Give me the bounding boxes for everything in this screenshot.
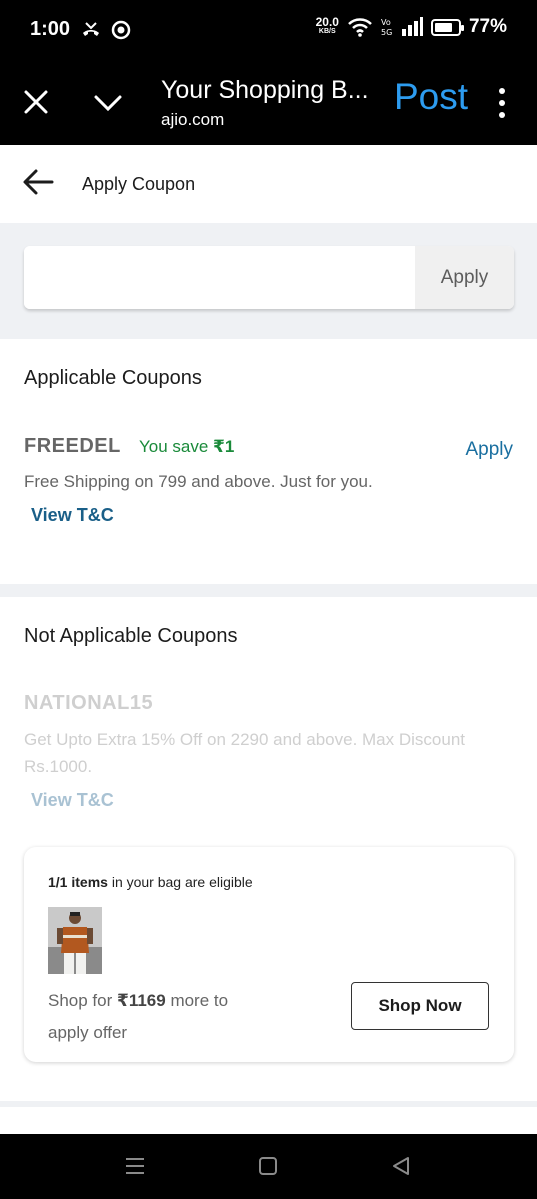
status-right-icons: 20.0 KB/S Vo 5G 77%	[316, 16, 507, 38]
page-title: Apply Coupon	[82, 174, 196, 194]
coupon-input-card: Apply	[24, 246, 514, 309]
apply-coupon-link[interactable]: Apply	[465, 439, 513, 461]
coupon-input-area: Apply	[0, 223, 537, 339]
section-divider	[0, 1101, 537, 1107]
browser-toolbar: Your Shopping B... ajio.com Post	[0, 62, 537, 145]
home-icon[interactable]	[256, 1154, 280, 1178]
coupon-code: NATIONAL15	[24, 692, 154, 714]
back-icon[interactable]	[389, 1154, 413, 1178]
not-applicable-coupons-section: Not Applicable Coupons NATIONAL15 Get Up…	[0, 597, 537, 1101]
status-bar: 1:00 20.0 KB/S Vo 5G 77%	[0, 0, 537, 62]
browser-page-title: Your Shopping B...	[161, 76, 369, 104]
browser-url: ajio.com	[161, 110, 225, 129]
svg-text:5G: 5G	[381, 28, 392, 37]
coupon-description: Free Shipping on 799 and above. Just for…	[24, 472, 373, 491]
shop-more-text: Shop for ₹1169 more to apply offer	[48, 991, 229, 1042]
battery-percent: 77%	[468, 16, 507, 37]
page-header: Apply Coupon	[0, 145, 537, 223]
volte-icon: Vo 5G	[381, 18, 392, 37]
view-tnc-link[interactable]: View T&C	[31, 790, 114, 811]
coupon-code: FREEDEL	[24, 435, 121, 457]
view-tnc-link[interactable]: View T&C	[31, 505, 114, 526]
status-notification-icons	[80, 19, 132, 41]
section-divider	[0, 584, 537, 597]
network-speed: 20.0 KB/S	[315, 15, 339, 35]
close-icon[interactable]	[22, 88, 50, 116]
missed-call-icon	[83, 22, 99, 36]
not-applicable-coupons-heading: Not Applicable Coupons	[24, 625, 238, 647]
coupon-code-input[interactable]	[24, 246, 415, 309]
product-thumbnail	[48, 907, 102, 974]
apply-coupon-button[interactable]: Apply	[415, 246, 514, 309]
system-navigation-bar	[0, 1134, 537, 1199]
chevron-down-icon[interactable]	[92, 88, 124, 116]
coupon-description: Get Upto Extra 15% Off on 2290 and above…	[24, 730, 465, 776]
eligible-items-text: 1/1 items in your bag are eligible	[48, 874, 253, 890]
status-time: 1:00	[30, 18, 71, 40]
signal-icon	[401, 17, 423, 36]
battery-icon	[430, 18, 464, 36]
recent-apps-icon[interactable]	[123, 1154, 147, 1178]
back-arrow-icon[interactable]	[22, 167, 54, 197]
eligible-items-card: 1/1 items in your bag are eligible Shop …	[24, 847, 514, 1062]
more-options-icon[interactable]	[495, 86, 509, 120]
applicable-coupons-section: Applicable Coupons FREEDEL You save ₹1 A…	[0, 339, 537, 584]
whatsapp-icon	[111, 20, 131, 40]
applicable-coupons-heading: Applicable Coupons	[24, 367, 202, 389]
wifi-icon	[348, 18, 372, 37]
shop-now-button[interactable]: Shop Now	[351, 982, 489, 1030]
coupon-savings: You save ₹1	[139, 437, 235, 456]
svg-text:Vo: Vo	[381, 18, 391, 27]
post-button[interactable]: Post	[394, 76, 468, 118]
